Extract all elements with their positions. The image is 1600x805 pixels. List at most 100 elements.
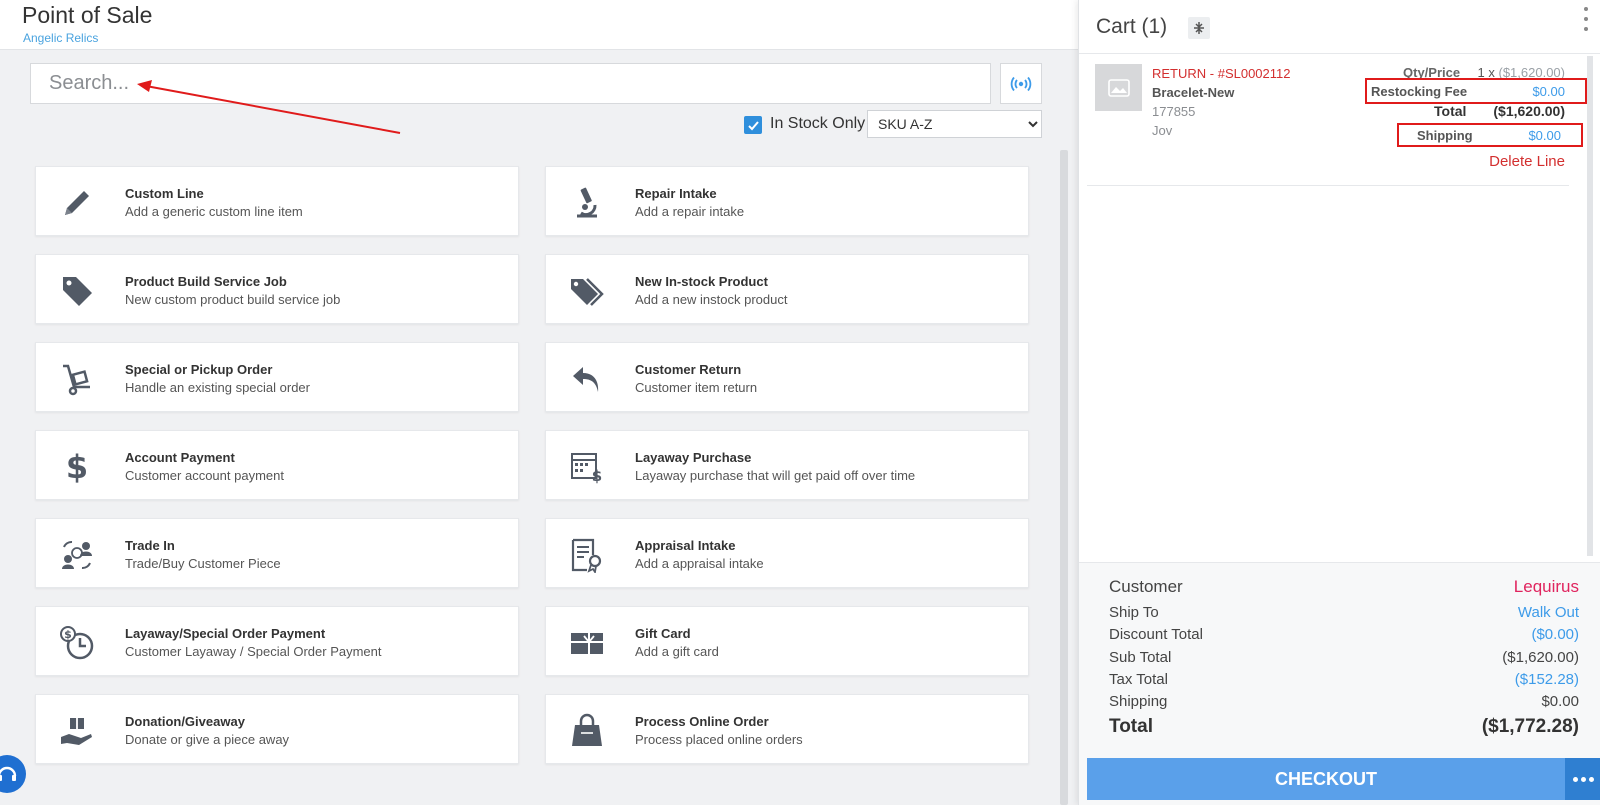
tax-link[interactable]: ($152.28): [1515, 671, 1579, 688]
action-title: Trade In: [125, 538, 175, 553]
summary-total-row: Total ($1,772.28): [1109, 716, 1579, 738]
clock-dollar-icon: $: [58, 624, 96, 662]
checkout-button[interactable]: CHECKOUT: [1087, 758, 1565, 800]
discount-label: Discount Total: [1109, 626, 1203, 643]
actions-scrollbar[interactable]: [1060, 150, 1068, 805]
action-grid: Custom Line Add a generic custom line it…: [35, 166, 1030, 764]
action-subtitle: Add a new instock product: [635, 292, 788, 307]
svg-text:$: $: [64, 628, 72, 641]
line-total-value: ($1,620.00): [1493, 103, 1565, 119]
action-card-online-order[interactable]: Process Online Order Process placed onli…: [545, 694, 1029, 764]
broadcast-icon: [1010, 76, 1032, 91]
action-card-repair-intake[interactable]: Repair Intake Add a repair intake: [545, 166, 1029, 236]
pencil-icon: [58, 184, 96, 222]
collapse-button[interactable]: [1188, 17, 1210, 39]
subtotal-value: ($1,620.00): [1502, 649, 1579, 666]
return-label[interactable]: RETURN - #SL0002112: [1152, 66, 1291, 81]
action-title: Layaway Purchase: [635, 450, 752, 465]
action-card-special-order[interactable]: Special or Pickup Order Handle an existi…: [35, 342, 519, 412]
action-card-new-instock[interactable]: New In-stock Product Add a new instock p…: [545, 254, 1029, 324]
product-thumbnail: [1095, 64, 1142, 111]
cart-scrollbar[interactable]: [1587, 56, 1593, 556]
item-sku: 177855: [1152, 104, 1196, 119]
tag-icon: [58, 272, 96, 310]
total-value: ($1,772.28): [1481, 716, 1579, 737]
search-input[interactable]: [30, 63, 991, 104]
trade-in-icon: [58, 536, 96, 574]
summary-customer-row: Customer Lequirus: [1109, 577, 1579, 597]
shipto-link[interactable]: Walk Out: [1518, 604, 1579, 621]
action-subtitle: Process placed online orders: [635, 732, 803, 747]
cart-menu-button[interactable]: [1579, 4, 1593, 34]
microscope-icon: [568, 184, 606, 222]
calendar-dollar-icon: $: [568, 448, 606, 486]
headset-icon: [0, 766, 17, 781]
action-card-product-build[interactable]: Product Build Service Job New custom pro…: [35, 254, 519, 324]
action-card-appraisal-intake[interactable]: Appraisal Intake Add a appraisal intake: [545, 518, 1029, 588]
svg-text:$: $: [66, 449, 88, 485]
tax-label: Tax Total: [1109, 671, 1168, 688]
sort-select[interactable]: SKU A-Z: [867, 110, 1042, 138]
action-title: Gift Card: [635, 626, 691, 641]
action-subtitle: Donate or give a piece away: [125, 732, 290, 747]
line-shipping-value[interactable]: $0.00: [1528, 128, 1561, 143]
action-title: Appraisal Intake: [635, 538, 736, 553]
support-chat-button[interactable]: [0, 755, 26, 793]
customer-link[interactable]: Lequirus: [1514, 577, 1579, 597]
action-card-donation[interactable]: Donation/Giveaway Donate or give a piece…: [35, 694, 519, 764]
cart-divider: [1079, 53, 1600, 54]
total-label: Total: [1109, 716, 1153, 737]
action-subtitle: Add a repair intake: [635, 204, 745, 219]
in-stock-label: In Stock Only: [770, 115, 866, 132]
action-subtitle: Customer Layaway / Special Order Payment: [125, 644, 382, 659]
image-placeholder-icon: [1107, 78, 1130, 97]
summary-shipping-row: Shipping $0.00: [1109, 693, 1579, 710]
action-title: Process Online Order: [635, 714, 769, 729]
summary-shipto-row: Ship To Walk Out: [1109, 604, 1579, 621]
scan-button[interactable]: [1000, 63, 1042, 104]
action-card-layaway-payment[interactable]: $ Layaway/Special Order Payment Customer…: [35, 606, 519, 676]
discount-link[interactable]: ($0.00): [1531, 626, 1579, 643]
action-card-gift-card[interactable]: Gift Card Add a gift card: [545, 606, 1029, 676]
item-name: Bracelet-New: [1152, 85, 1235, 100]
action-title: New In-stock Product: [635, 274, 768, 289]
app-header: Point of Sale Angelic Relics: [0, 0, 1078, 50]
cart-title: Cart (1): [1096, 15, 1168, 38]
page-title: Point of Sale: [22, 2, 153, 28]
restocking-fee-label: Restocking Fee: [1371, 84, 1468, 99]
action-subtitle: Trade/Buy Customer Piece: [125, 556, 281, 571]
action-title: Customer Return: [635, 362, 742, 377]
action-title: Repair Intake: [635, 186, 717, 201]
summary-tax-row: Tax Total ($152.28): [1109, 671, 1579, 688]
action-subtitle: Handle an existing special order: [125, 380, 310, 395]
checkmark-icon: [747, 120, 759, 130]
action-title: Product Build Service Job: [125, 274, 287, 289]
action-card-customer-return[interactable]: Customer Return Customer item return: [545, 342, 1029, 412]
action-card-custom-line[interactable]: Custom Line Add a generic custom line it…: [35, 166, 519, 236]
action-subtitle: Add a appraisal intake: [635, 556, 764, 571]
line-total-label: Total: [1434, 103, 1467, 119]
action-subtitle: Customer item return: [635, 380, 758, 395]
cart-line-item: RETURN - #SL0002112 Bracelet-New 177855 …: [1087, 56, 1587, 186]
action-card-account-payment[interactable]: $ Account Payment Customer account payme…: [35, 430, 519, 500]
restocking-fee-value[interactable]: $0.00: [1532, 84, 1565, 99]
gift-card-icon: [568, 624, 606, 662]
line-shipping-label: Shipping: [1417, 128, 1473, 143]
action-title: Donation/Giveaway: [125, 714, 245, 729]
shopping-bag-icon: [568, 712, 606, 750]
subtotal-label: Sub Total: [1109, 649, 1172, 666]
summary-discount-row: Discount Total ($0.00): [1109, 626, 1579, 643]
collapse-icon: [1194, 22, 1204, 34]
action-subtitle: Layaway purchase that will get paid off …: [635, 468, 916, 483]
delete-line-link[interactable]: Delete Line: [1489, 153, 1565, 170]
store-name-link[interactable]: Angelic Relics: [23, 31, 98, 45]
hand-truck-icon: [58, 360, 96, 398]
checkout-more-button[interactable]: [1565, 758, 1600, 800]
in-stock-checkbox[interactable]: [744, 116, 762, 134]
dollar-icon: $: [58, 448, 96, 486]
action-card-trade-in[interactable]: Trade In Trade/Buy Customer Piece: [35, 518, 519, 588]
action-card-layaway-purchase[interactable]: $ Layaway Purchase Layaway purchase that…: [545, 430, 1029, 500]
shipping-value: $0.00: [1541, 693, 1579, 710]
summary-subtotal-row: Sub Total ($1,620.00): [1109, 649, 1579, 666]
shipto-label: Ship To: [1109, 604, 1159, 621]
